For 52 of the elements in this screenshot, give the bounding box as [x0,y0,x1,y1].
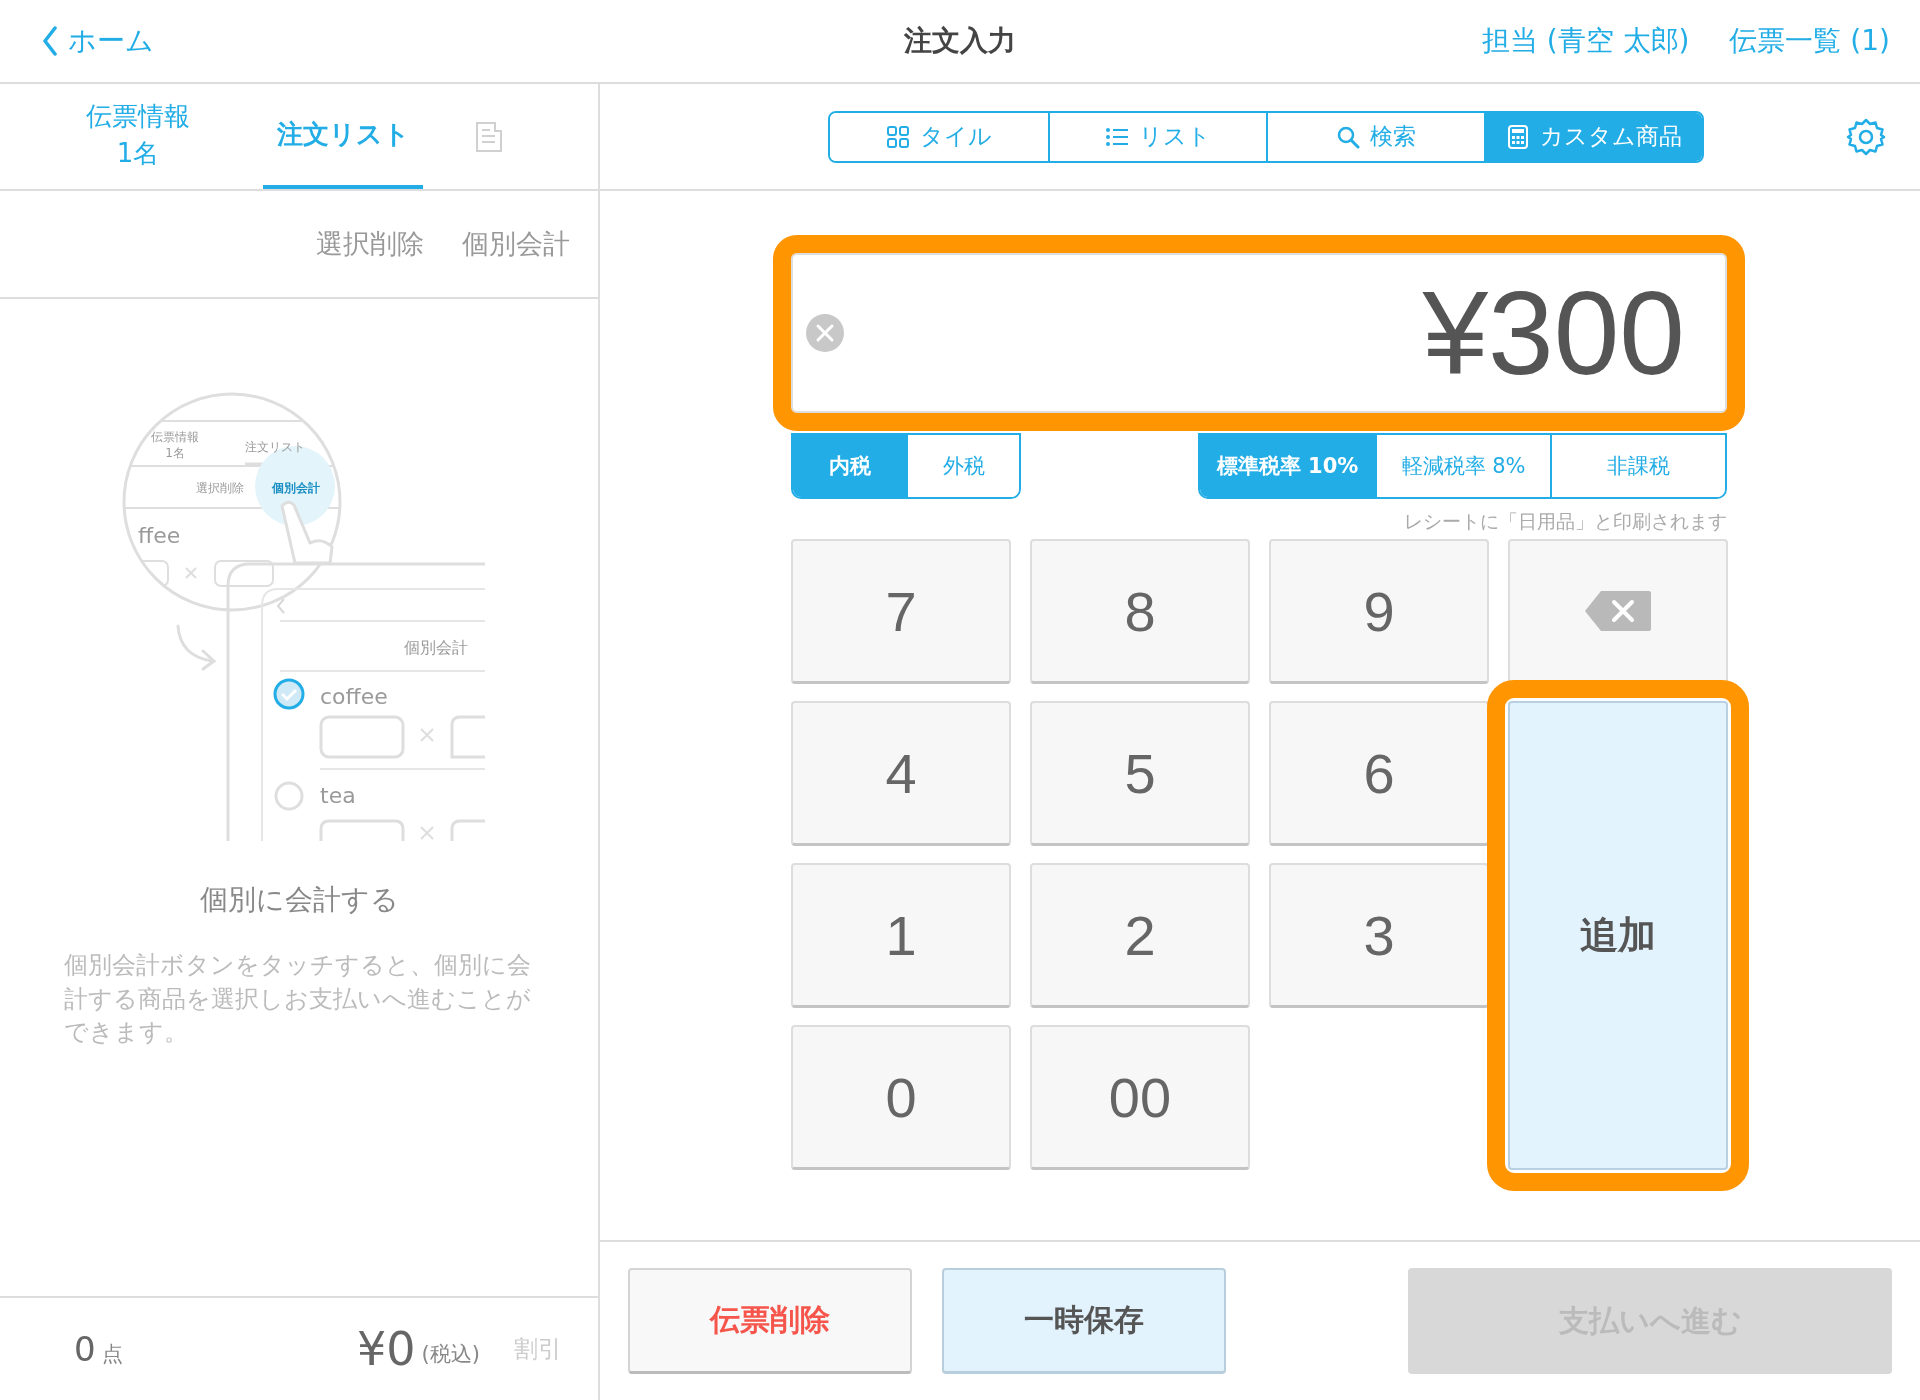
staff-link[interactable]: 担当 (青空 太郎) [1481,22,1690,60]
item-name: coffee [320,684,388,709]
illustration-label: 1名 [165,446,185,460]
backspace-icon [1583,589,1653,633]
count-unit: 点 [101,1341,123,1368]
search-icon [1336,124,1360,149]
keypad-key[interactable]: 9 [1269,539,1489,684]
action-button[interactable]: 個別会計 [462,226,570,262]
keypad-key[interactable]: 5 [1030,701,1250,846]
empty-title: 個別に会計する [199,882,399,918]
calculator-icon [1506,124,1530,149]
footer-button[interactable]: 伝票削除 [628,1268,912,1374]
back-icon [42,26,58,56]
keypad-key[interactable]: 8 [1030,539,1250,684]
slip-list-link[interactable]: 伝票一覧 (1) [1729,22,1890,60]
item-count: 0 [74,1329,96,1369]
order-tab[interactable]: 注文リスト [263,84,423,189]
illustration-label: 注文リスト [245,440,305,454]
footer-button[interactable]: 一時保存 [942,1268,1226,1374]
view-tab[interactable]: カスタム商品 [1484,112,1702,161]
illustration-label: 伝票情報 [151,430,199,444]
item-name: tea [320,783,356,808]
total-amount: ¥0 [357,1322,416,1376]
keypad-key[interactable]: 4 [791,701,1011,846]
illustration-label: 個別会計 [404,638,468,657]
back-button[interactable]: ホーム [42,22,154,60]
order-tab[interactable]: 伝票情報 1名 [48,84,228,189]
amount-value: ¥300 [1422,266,1685,401]
clear-icon[interactable] [805,313,845,353]
add-button[interactable]: 追加 [1508,701,1728,1170]
screen-title: 注文入力 [904,23,1016,59]
tax-note: (税込) [421,1341,480,1368]
tax-rate-option[interactable]: 非課税 [1550,435,1725,497]
tax-rate-option[interactable]: 標準税率 10% [1200,435,1375,497]
action-button[interactable]: 選択削除 [316,226,424,262]
keypad-key[interactable]: 6 [1269,701,1489,846]
keypad-key[interactable]: 00 [1030,1025,1250,1170]
keypad-key[interactable]: 3 [1269,863,1489,1008]
keypad-key[interactable]: 2 [1030,863,1250,1008]
keypad-key[interactable]: 7 [791,539,1011,684]
settings-icon[interactable] [1846,117,1886,157]
receipt-note: レシートに「日用品」と印刷されます [1403,509,1727,534]
keypad-key[interactable]: 1 [791,863,1011,1008]
grid-icon [886,124,910,149]
illustration-label: ffee [138,523,181,548]
document-icon[interactable] [473,120,505,153]
keypad-key[interactable]: 0 [791,1025,1011,1170]
illustration-label: 選択削除 [196,481,244,495]
tax-mode-option[interactable]: 外税 [906,435,1019,497]
empty-description: 個別会計ボタンをタッチすると、個別に会計する商品を選択しお支払いへ進むことができます。 [64,950,532,1049]
illustration-label: 個別会計 [272,481,320,495]
tax-mode-option[interactable]: 内税 [793,435,906,497]
